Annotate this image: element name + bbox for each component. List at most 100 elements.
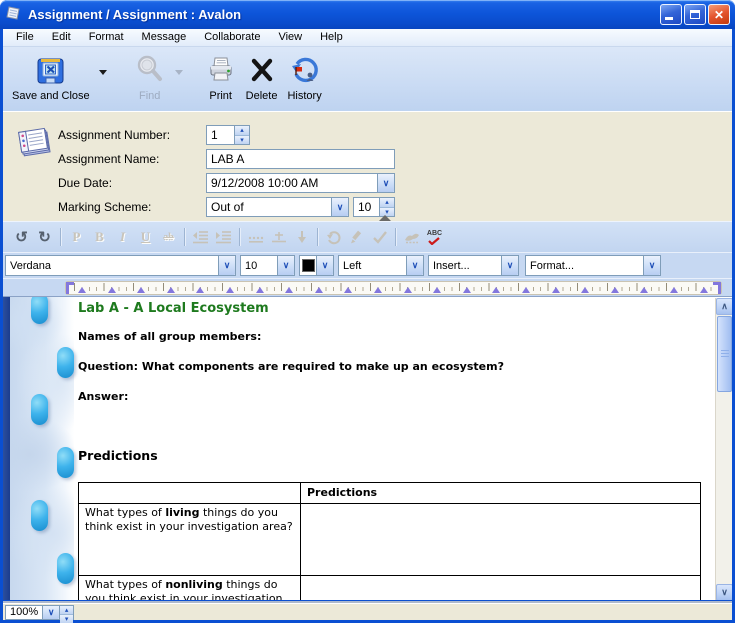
spin-down-icon[interactable] xyxy=(60,614,73,623)
chevron-down-icon[interactable] xyxy=(643,256,660,275)
table-answer-cell[interactable] xyxy=(301,504,701,576)
menu-message[interactable]: Message xyxy=(133,30,196,45)
menu-collaborate[interactable]: Collaborate xyxy=(195,30,269,45)
document-editor[interactable]: Lab A - A Local Ecosystem Names of all g… xyxy=(3,296,732,600)
question-bold-word: living xyxy=(165,506,199,519)
close-button[interactable] xyxy=(708,4,730,25)
pencil-icon[interactable] xyxy=(345,227,368,248)
zoom-control[interactable]: 100% xyxy=(5,605,74,620)
font-family-combo[interactable]: Verdana xyxy=(5,255,236,276)
document-content[interactable]: Lab A - A Local Ecosystem Names of all g… xyxy=(78,297,703,600)
find-icon xyxy=(134,51,166,89)
table-question-cell[interactable]: What types of living things do you think… xyxy=(79,504,301,576)
table-question-cell[interactable]: What types of nonliving things do you th… xyxy=(79,576,301,601)
chevron-down-icon[interactable] xyxy=(501,256,518,275)
save-and-close-dropdown[interactable] xyxy=(95,50,111,94)
maximize-button[interactable] xyxy=(684,4,706,25)
paragraph-icon[interactable]: P xyxy=(65,227,88,248)
italic-icon[interactable]: I xyxy=(111,227,134,248)
table-header-cell[interactable] xyxy=(79,483,301,504)
maximize-icon xyxy=(690,10,700,19)
indent-increase-icon[interactable] xyxy=(212,227,235,248)
menu-file[interactable]: File xyxy=(7,30,43,45)
chevron-down-icon[interactable] xyxy=(277,256,294,275)
menu-help[interactable]: Help xyxy=(311,30,352,45)
arrow-down-icon[interactable] xyxy=(290,227,313,248)
table-answer-cell[interactable] xyxy=(301,576,701,601)
chevron-down-icon[interactable] xyxy=(316,256,333,275)
tab-stops-icon[interactable] xyxy=(244,227,267,248)
spellcheck-icon[interactable]: ABC xyxy=(423,227,446,248)
chevron-down-icon[interactable] xyxy=(377,174,394,192)
spinner-buttons[interactable] xyxy=(379,198,394,216)
assignment-name-field[interactable]: LAB A xyxy=(206,149,395,169)
chevron-down-icon[interactable] xyxy=(406,256,423,275)
chevron-down-icon xyxy=(175,70,183,75)
chevron-down-icon[interactable] xyxy=(331,198,348,216)
find-button[interactable]: Find xyxy=(129,50,171,103)
checkmark-icon[interactable] xyxy=(368,227,391,248)
font-color-combo[interactable] xyxy=(299,255,334,276)
assignment-stack-icon xyxy=(16,121,54,162)
marking-out-of-spinner[interactable]: 10 xyxy=(353,197,395,217)
menu-view[interactable]: View xyxy=(269,30,311,45)
spin-up-icon[interactable] xyxy=(60,606,73,614)
bold-icon[interactable]: B xyxy=(88,227,111,248)
alignment-combo[interactable]: Left xyxy=(338,255,424,276)
redo-icon[interactable]: ↻ xyxy=(33,227,56,248)
insert-value: Insert... xyxy=(433,260,501,272)
spin-down-icon[interactable] xyxy=(235,135,249,145)
question-bold-word: nonliving xyxy=(165,578,222,591)
spin-up-icon[interactable] xyxy=(235,126,249,135)
toolbar-separator xyxy=(184,228,185,246)
tab-stop-marker xyxy=(256,287,264,293)
chevron-down-icon[interactable] xyxy=(218,256,235,275)
underline-icon[interactable]: U xyxy=(134,227,157,248)
undo-icon[interactable]: ↺ xyxy=(10,227,33,248)
tab-stop-marker xyxy=(374,287,382,293)
doc-paragraph: Answer: xyxy=(78,390,128,403)
title-bar[interactable]: Assignment / Assignment : Avalon xyxy=(0,0,735,29)
tab-stop-marker xyxy=(285,287,293,293)
ruler[interactable] xyxy=(65,281,722,295)
insert-combo[interactable]: Insert... xyxy=(428,255,519,276)
delete-button[interactable]: Delete xyxy=(241,50,283,103)
minimize-icon xyxy=(665,17,673,20)
find-dropdown[interactable] xyxy=(171,50,187,94)
minimize-button[interactable] xyxy=(660,4,682,25)
scrollbar-thumb[interactable] xyxy=(717,316,732,392)
scroll-up-button[interactable] xyxy=(716,298,732,315)
menu-edit[interactable]: Edit xyxy=(43,30,80,45)
font-size-combo[interactable]: 10 xyxy=(240,255,295,276)
lookup-icon[interactable] xyxy=(400,227,423,248)
history-button[interactable]: History xyxy=(282,50,326,103)
chevron-down-icon xyxy=(99,70,107,75)
menu-format[interactable]: Format xyxy=(80,30,133,45)
tab-stop-marker xyxy=(108,287,116,293)
assignment-form-panel: Assignment Number: Assignment Name: Due … xyxy=(3,111,732,221)
chevron-down-icon[interactable] xyxy=(42,606,59,619)
zoom-spinner[interactable] xyxy=(59,606,73,619)
main-toolbar: Save and Close Find xyxy=(3,47,732,111)
strikethrough-icon[interactable]: ab xyxy=(157,227,180,248)
tab-stop-marker xyxy=(640,287,648,293)
assignment-number-spinner[interactable]: 1 xyxy=(206,125,250,145)
history-icon xyxy=(289,51,321,89)
due-date-combo[interactable]: 9/12/2008 10:00 AM xyxy=(206,173,395,193)
rotate-icon[interactable] xyxy=(322,227,345,248)
spin-up-icon[interactable] xyxy=(380,198,394,207)
spinner-buttons[interactable] xyxy=(234,126,249,144)
ruler-left-marker[interactable] xyxy=(66,282,74,294)
vertical-scrollbar[interactable] xyxy=(715,298,732,600)
save-and-close-button[interactable]: Save and Close xyxy=(7,50,95,103)
indent-decrease-icon[interactable] xyxy=(189,227,212,248)
format-combo[interactable]: Format... xyxy=(525,255,661,276)
table-header-cell[interactable]: Predictions xyxy=(301,483,701,504)
marking-scheme-combo[interactable]: Out of xyxy=(206,197,349,217)
doc-paragraph: Names of all group members: xyxy=(78,330,261,343)
print-button[interactable]: Print xyxy=(201,50,241,103)
font-toolbar: Verdana 10 Left Insert... Format... xyxy=(3,252,732,278)
margin-icon[interactable] xyxy=(267,227,290,248)
scroll-down-button[interactable] xyxy=(716,584,732,600)
ruler-right-marker[interactable] xyxy=(713,282,721,294)
